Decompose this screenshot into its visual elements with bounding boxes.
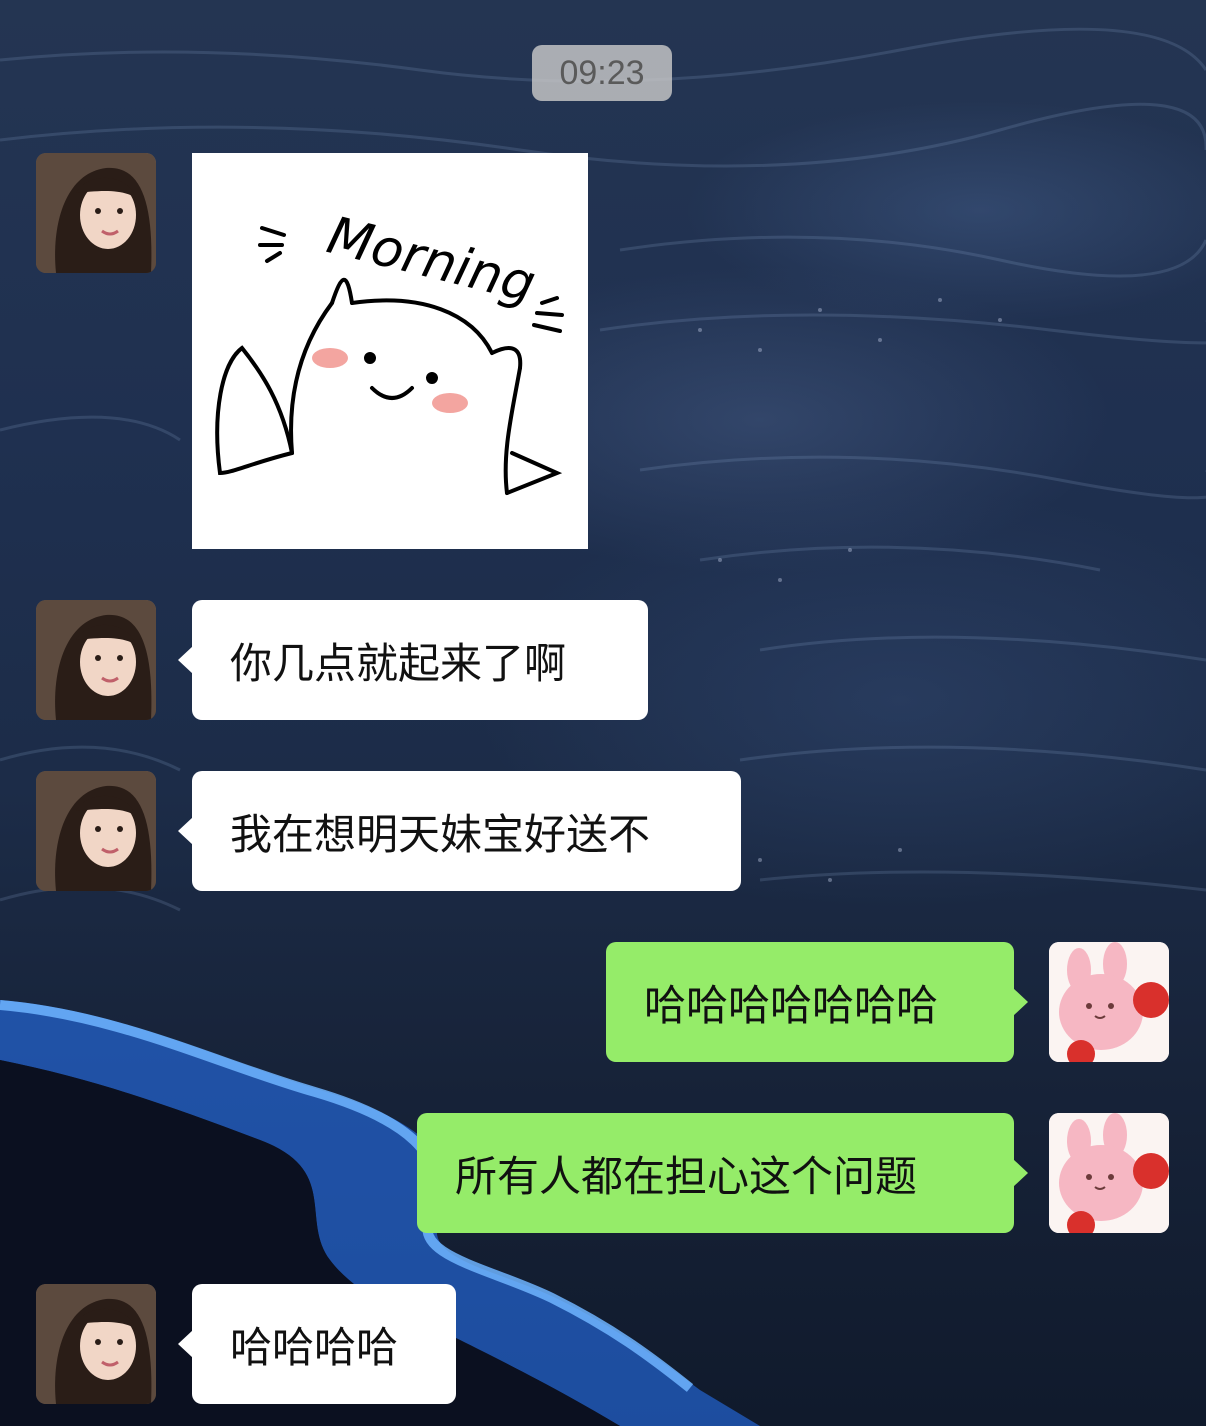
message-text: 所有人都在担心这个问题 — [455, 1151, 918, 1201]
morning-sticker[interactable]: Morning — [192, 153, 588, 549]
message-text: 哈哈哈哈哈哈哈 — [644, 980, 939, 1030]
girl-avatar-icon — [36, 153, 156, 273]
cat-morning-icon: Morning — [215, 206, 564, 495]
self-avatar[interactable] — [1049, 942, 1169, 1062]
message-bubble-incoming[interactable]: 我在想明天妹宝好送不 — [178, 771, 741, 891]
message-bubble-outgoing[interactable]: 哈哈哈哈哈哈哈 — [606, 942, 1028, 1062]
girl-avatar-icon — [36, 600, 156, 720]
message-text: 哈哈哈哈 — [230, 1322, 399, 1372]
message-bubble-incoming[interactable]: 哈哈哈哈 — [178, 1284, 456, 1404]
girl-avatar-icon — [36, 771, 156, 891]
message-bubble-incoming[interactable]: 你几点就起来了啊 — [178, 600, 648, 720]
contact-avatar[interactable] — [36, 600, 156, 720]
girl-avatar-icon — [36, 1284, 156, 1404]
bunny-avatar-icon — [1049, 1113, 1169, 1233]
contact-avatar[interactable] — [36, 153, 156, 273]
contact-avatar[interactable] — [36, 771, 156, 891]
bunny-avatar-icon — [1049, 942, 1169, 1062]
message-bubble-outgoing[interactable]: 所有人都在担心这个问题 — [417, 1113, 1028, 1233]
contact-avatar[interactable] — [36, 1284, 156, 1404]
sticker-text: Morning — [322, 206, 542, 315]
timestamp-badge: 09:23 — [532, 45, 672, 101]
self-avatar[interactable] — [1049, 1113, 1169, 1233]
message-text: 我在想明天妹宝好送不 — [230, 809, 651, 859]
message-text: 你几点就起来了啊 — [230, 638, 567, 688]
